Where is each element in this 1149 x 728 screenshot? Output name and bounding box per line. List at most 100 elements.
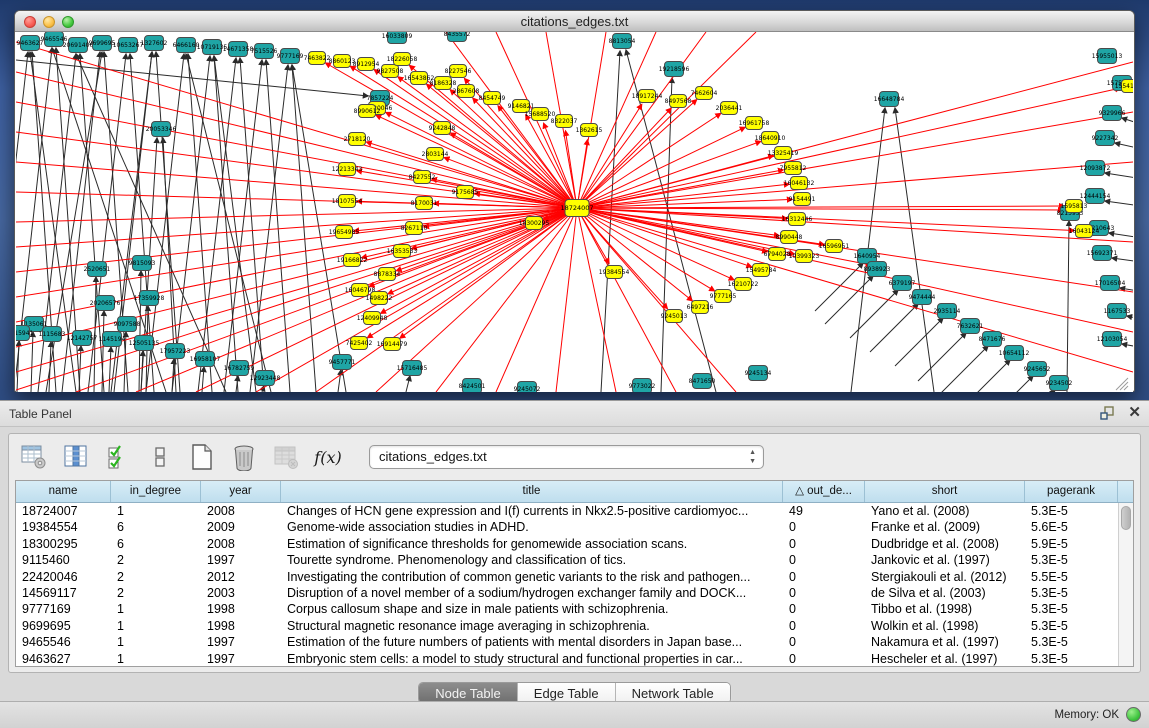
graph-node-label: 8427552 xyxy=(409,174,436,181)
function-builder-button[interactable]: f(x) xyxy=(313,442,343,472)
graph-node-label: 10399323 xyxy=(789,253,820,260)
delete-table-icon xyxy=(275,447,298,469)
graph-node-label: 8186328 xyxy=(430,80,457,87)
graph-node-label: 7425402 xyxy=(346,340,373,347)
graph-node-label: 16648784 xyxy=(874,96,905,103)
new-table-button[interactable] xyxy=(187,442,217,472)
table-row[interactable]: 946554611997Estimation of the future num… xyxy=(16,634,1133,650)
citation-edge-red xyxy=(577,208,736,392)
graph-node-label: 8990612 xyxy=(354,108,381,115)
table-row[interactable]: 946362711997Embryonic stem cells: a mode… xyxy=(16,651,1133,666)
network-window[interactable]: citations_edges.txt 94636279465546206914… xyxy=(14,10,1135,392)
table-row[interactable]: 1830029562008Estimation of significance … xyxy=(16,536,1133,552)
table-row[interactable]: 2242004622012Investigating the contribut… xyxy=(16,569,1133,585)
table-row[interactable]: 911546021997Tourette syndrome. Phenomeno… xyxy=(16,552,1133,568)
resize-grip-icon[interactable] xyxy=(1120,382,1128,390)
graph-node-label: 16958107 xyxy=(190,356,221,363)
table-row[interactable]: 977716911998Corpus callosum shape and si… xyxy=(16,601,1133,617)
graph-node-label: 16782759 xyxy=(224,365,255,372)
scrollbar-thumb[interactable] xyxy=(1121,506,1131,530)
graph-node-label: 7463822 xyxy=(304,55,331,62)
citation-graph[interactable]: 9463627946554620691406969969510653267132… xyxy=(16,32,1133,392)
float-panel-icon[interactable] xyxy=(1100,405,1116,421)
close-panel-icon[interactable]: ✕ xyxy=(1128,405,1141,421)
graph-node-label: 9242848 xyxy=(429,125,456,132)
select-rows-button[interactable] xyxy=(103,442,133,472)
tab-edge-table[interactable]: Edge Table xyxy=(518,683,616,703)
graph-node-label: 18917244 xyxy=(632,93,663,100)
citation-edge-black xyxy=(1067,221,1069,392)
graph-node-label: 18724007 xyxy=(560,204,593,212)
citation-edge-red xyxy=(16,208,577,222)
graph-node-label: 2718120 xyxy=(344,136,371,143)
table-mode-button[interactable] xyxy=(19,442,49,472)
delete-table-button[interactable] xyxy=(271,442,301,472)
table-cell: 1 xyxy=(111,601,201,617)
graph-node-label: 6466160 xyxy=(173,42,200,49)
window-titlebar[interactable]: citations_edges.txt xyxy=(15,11,1134,32)
citation-edge-red xyxy=(577,208,1133,242)
graph-node-label: 1167533 xyxy=(1104,308,1131,315)
delete-rows-button[interactable] xyxy=(229,442,259,472)
graph-node-label: 18300295 xyxy=(519,220,550,227)
graph-node-label: 18640910 xyxy=(755,135,786,142)
row-height-button[interactable] xyxy=(145,442,175,472)
citation-edge-black xyxy=(109,347,111,392)
graph-node-label: 2803144 xyxy=(422,151,449,158)
resize-grip-icon[interactable] xyxy=(1124,386,1128,390)
citation-edge-red xyxy=(577,208,676,392)
graph-node-label: 1498222 xyxy=(366,295,393,302)
column-header-in-degree[interactable]: in_degree xyxy=(111,481,201,502)
citation-edge-black xyxy=(406,376,410,392)
table-row[interactable]: 1872400712008Changes of HCN gene express… xyxy=(16,503,1133,519)
graph-node-label: 9474444 xyxy=(909,294,936,301)
table-cell: Wolkin et al. (1998) xyxy=(865,618,1025,634)
citation-edge-red xyxy=(577,208,1133,372)
graph-node-label: 12213343 xyxy=(332,166,363,173)
graph-node-label: 18107554 xyxy=(332,198,363,205)
checkboxes-icon xyxy=(109,446,120,468)
graph-node-label: 8435572 xyxy=(444,32,471,38)
table-row[interactable]: 1456911722003Disruption of a novel membe… xyxy=(16,585,1133,601)
table-cell: Changes of HCN gene expression and I(f) … xyxy=(281,503,783,519)
graph-node-label: 1362615 xyxy=(576,127,603,134)
table-cell: Genome-wide association studies in ADHD. xyxy=(281,519,783,535)
show-columns-button[interactable] xyxy=(61,442,91,472)
tab-network-table[interactable]: Network Table xyxy=(616,683,730,703)
graph-node-label: 12505135 xyxy=(129,340,160,347)
graph-node-label: 15955013 xyxy=(1092,53,1123,60)
column-header-pagerank[interactable]: pagerank xyxy=(1025,481,1118,502)
column-header-out-de-[interactable]: △ out_de... xyxy=(783,481,865,502)
graph-node-label: 3915941 xyxy=(16,330,34,337)
table-cell: Estimation of the future numbers of pati… xyxy=(281,634,783,650)
network-canvas[interactable]: 9463627946554620691406969969510653267132… xyxy=(16,32,1133,392)
table-cell: 2 xyxy=(111,552,201,568)
table-cell: 9463627 xyxy=(16,651,111,666)
graph-node-label: 8813054 xyxy=(609,38,636,45)
vertical-scrollbar[interactable] xyxy=(1118,503,1133,666)
column-header-short[interactable]: short xyxy=(865,481,1025,502)
citation-edge-black xyxy=(895,318,943,366)
table-cell: 0 xyxy=(783,519,865,535)
graph-node-label: 8170031 xyxy=(411,200,438,207)
graph-node-label: 9827508 xyxy=(377,68,404,75)
citation-edge-red xyxy=(496,208,577,392)
citation-edge-black xyxy=(1109,233,1133,240)
table-header-row: namein_degreeyeartitle△ out_de...shortpa… xyxy=(16,481,1133,503)
citation-edge-black xyxy=(1127,316,1133,322)
graph-node-label: 15688520 xyxy=(525,111,556,118)
graph-node-label: 16961758 xyxy=(739,120,770,127)
table-cell: 5.3E-5 xyxy=(1025,585,1118,601)
table-cell: de Silva et al. (2003) xyxy=(865,585,1025,601)
column-header-year[interactable]: year xyxy=(201,481,281,502)
citation-edge-black xyxy=(292,65,316,392)
table-cell: Structural magnetic resonance image aver… xyxy=(281,618,783,634)
table-row[interactable]: 1938455462009Genome-wide association stu… xyxy=(16,519,1133,535)
tab-node-table[interactable]: Node Table xyxy=(419,683,518,703)
table-row[interactable]: 969969511998Structural magnetic resonanc… xyxy=(16,618,1133,634)
column-header-name[interactable]: name xyxy=(16,481,111,502)
table-cell: 5.3E-5 xyxy=(1025,634,1118,650)
column-header-title[interactable]: title xyxy=(281,481,783,502)
table-combobox[interactable]: citations_edges.txt ▲▼ xyxy=(369,445,764,469)
graph-node-label: 9245134 xyxy=(745,370,772,377)
